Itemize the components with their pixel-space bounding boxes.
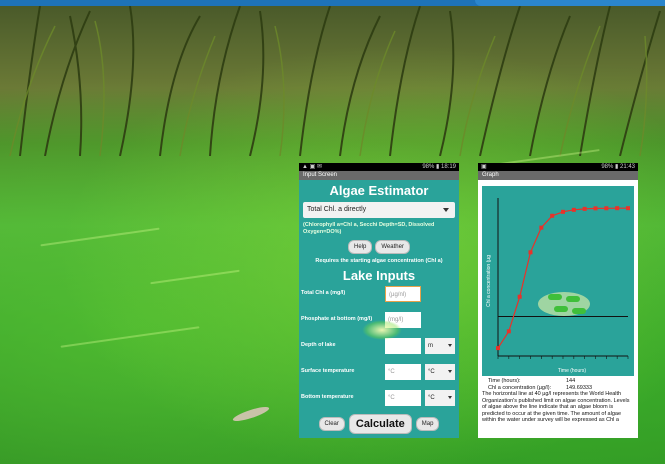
data-point <box>528 250 533 255</box>
notification-icons: ▲ ▣ ✉ <box>302 164 322 170</box>
data-point <box>593 206 598 211</box>
bottom-temp-input[interactable]: °C <box>385 390 421 406</box>
app-title: Algae Estimator <box>329 183 429 198</box>
data-point <box>561 209 565 214</box>
unit-value: m <box>428 343 433 349</box>
x-axis-label: Time (hours) <box>558 368 586 374</box>
input-screen: Algae Estimator Total Chl. a directly (C… <box>299 180 459 438</box>
window-title: Input Screen <box>299 171 459 180</box>
data-point <box>582 206 587 211</box>
water-streak <box>60 326 200 348</box>
water-streak <box>150 269 240 285</box>
data-point <box>539 225 544 230</box>
series-line <box>497 207 628 349</box>
mode-select-value: Total Chl. a directly <box>307 206 367 213</box>
data-point <box>517 294 522 299</box>
graph-caption: Time (hours): 144 Chl a concentration (µg… <box>482 378 634 424</box>
unit-value: °C <box>428 369 435 375</box>
map-button[interactable]: Map <box>415 417 440 431</box>
chevron-down-icon <box>448 344 452 347</box>
status-time: 21:43 <box>619 164 635 170</box>
clear-button[interactable]: Clear <box>318 417 345 431</box>
status-time: 18:19 <box>440 164 456 170</box>
y-axis-label: Chl a concentration (µg <box>486 255 492 307</box>
phone-graph-screen: ▣ 98% ▮ 21:43 Graph Chl a concentration … <box>478 163 638 438</box>
water-streak <box>40 227 160 247</box>
data-point <box>571 207 576 212</box>
floating-debris <box>231 404 271 424</box>
field-surface-temp: Surface temperature °C °C <box>299 361 459 387</box>
field-label: Surface temperature <box>301 368 355 374</box>
chl-chart: Chl a concentration (µg Time (hours) <box>486 198 630 374</box>
battery-level: 98% <box>601 164 614 170</box>
field-label: Total Chl a (mg/l) <box>301 290 346 296</box>
chl-input[interactable]: (µg/nl) <box>385 286 421 302</box>
chevron-down-icon <box>448 370 452 373</box>
data-point <box>506 329 511 334</box>
chevron-down-icon <box>448 396 452 399</box>
algae-glow <box>362 320 402 340</box>
unit-value: °C <box>428 395 435 401</box>
depth-input[interactable] <box>385 338 421 354</box>
requirement-text: Requires the starting algae concentratio… <box>315 258 443 264</box>
weather-button[interactable]: Weather <box>375 240 410 254</box>
surface-temp-input[interactable]: °C <box>385 364 421 380</box>
window-title: Graph <box>478 171 638 180</box>
abbreviation-note: (Chlorophyll a=Chl a, Secchi Depth=SD, D… <box>303 222 435 235</box>
field-label: Bottom temperature <box>301 394 354 400</box>
data-point <box>615 206 620 211</box>
status-bar: ▲ ▣ ✉ 98% ▮ 18:19 <box>299 163 459 171</box>
help-button[interactable]: Help <box>348 240 373 254</box>
grass-reeds <box>9 6 661 156</box>
data-point <box>496 346 500 351</box>
calculate-button[interactable]: Calculate <box>348 414 412 434</box>
description-text: The horizontal line at 40 µg/l represent… <box>482 391 630 423</box>
depth-unit-select[interactable]: m <box>425 338 455 354</box>
phone-input-screen: ▲ ▣ ✉ 98% ▮ 18:19 Input Screen Algae Est… <box>299 163 459 438</box>
field-label: Depth of lake <box>301 342 336 348</box>
field-bottom-temp: Bottom temperature °C °C <box>299 387 459 413</box>
graph-screen: Chl a concentration (µg Time (hours) Tim… <box>478 180 638 438</box>
notification-icons: ▣ <box>481 164 487 170</box>
data-point <box>604 206 609 211</box>
data-point <box>550 213 555 218</box>
chevron-down-icon <box>443 208 449 212</box>
field-total-chl: Total Chl a (mg/l) (µg/nl) <box>299 283 459 309</box>
lake-inputs-title: Lake Inputs <box>342 268 416 283</box>
data-point <box>626 206 630 211</box>
surface-temp-unit-select[interactable]: °C <box>425 364 455 380</box>
mode-select[interactable]: Total Chl. a directly <box>303 202 455 218</box>
graph-area: Chl a concentration (µg Time (hours) <box>482 186 634 376</box>
status-bar: ▣ 98% ▮ 21:43 <box>478 163 638 171</box>
bottom-temp-unit-select[interactable]: °C <box>425 390 455 406</box>
battery-level: 98% <box>422 164 435 170</box>
